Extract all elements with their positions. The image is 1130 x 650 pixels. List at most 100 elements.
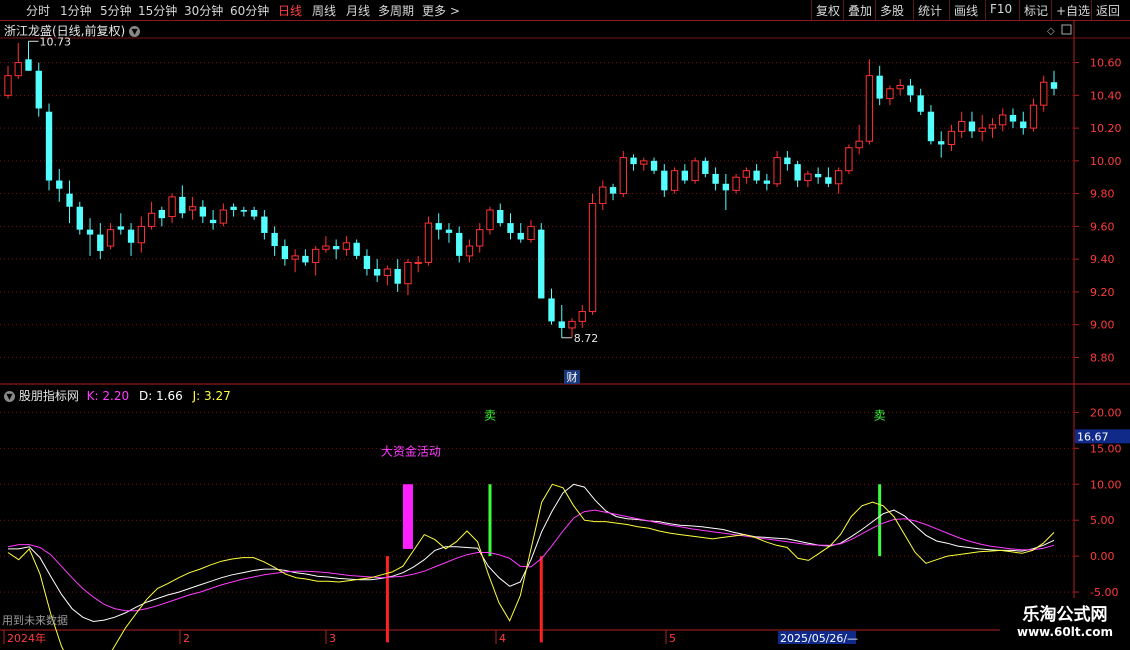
candle-body-up xyxy=(4,75,12,96)
candle-body-down xyxy=(76,206,83,230)
cursor-date-label: 2025/05/26/— xyxy=(780,632,858,645)
price-tick-label: 10.40 xyxy=(1090,89,1122,102)
toolbar-tab-2[interactable]: 5分钟 xyxy=(100,2,132,19)
candle-body-up xyxy=(978,127,986,132)
candle-body-down xyxy=(968,121,976,132)
indicator-tick-label: 0.00 xyxy=(1090,550,1115,563)
candle-body-up xyxy=(691,160,699,182)
toolbar-button-5[interactable]: F10 xyxy=(990,2,1012,16)
toolbar-separator xyxy=(985,0,986,20)
time-axis-label: 3 xyxy=(329,632,336,645)
candle-body-up xyxy=(527,225,535,240)
candle-body-down xyxy=(1050,82,1058,89)
toolbar-button-1[interactable]: 叠加 xyxy=(848,2,872,19)
candle-body-down xyxy=(538,229,545,299)
candle-body-up xyxy=(486,209,494,231)
candle-body-up xyxy=(804,173,812,182)
watermark-line2: www.60lt.com xyxy=(1016,625,1114,639)
price-tick-label: 10.20 xyxy=(1090,122,1122,135)
toolbar-tab-8[interactable]: 月线 xyxy=(346,2,370,19)
time-axis-label: 2024年 xyxy=(7,631,46,645)
candle-body-down xyxy=(722,183,730,191)
candle-body-down xyxy=(558,321,565,328)
sell-signal-bar xyxy=(878,484,882,557)
toolbar-button-0[interactable]: 复权 xyxy=(816,2,840,19)
candle-body-down xyxy=(302,255,309,263)
toolbar-tab-6[interactable]: 日线 xyxy=(278,2,302,19)
future-data-note: 用到未来数据 xyxy=(2,613,68,627)
indicator-dropdown-icon[interactable]: ▼ xyxy=(4,391,15,402)
toolbar-button-3[interactable]: 统计 xyxy=(918,2,942,19)
candle-body-down xyxy=(661,170,668,191)
toolbar-tab-1[interactable]: 1分钟 xyxy=(60,2,92,19)
candle-body-down xyxy=(609,187,617,194)
candle-body-up xyxy=(568,320,576,329)
indicator-tick-label: 15.00 xyxy=(1090,442,1122,455)
candle-body-down xyxy=(209,219,217,224)
price-tick-label: 9.20 xyxy=(1090,286,1115,299)
toolbar-tab-7[interactable]: 周线 xyxy=(312,2,336,19)
toolbar-button-7[interactable]: +自选 xyxy=(1056,2,1090,19)
candle-body-down xyxy=(97,234,104,251)
candle-body-down xyxy=(456,232,463,256)
toolbar-tab-10[interactable]: 更多 > xyxy=(422,2,460,19)
candle-body-up xyxy=(588,202,597,313)
candle-body-up xyxy=(855,140,863,149)
candle-body-down xyxy=(763,180,771,184)
candle-body-down xyxy=(363,255,371,269)
candle-body-up xyxy=(886,88,894,100)
candle-body-down xyxy=(45,111,53,181)
toolbar-button-6[interactable]: 标记 xyxy=(1024,2,1048,19)
j-value-label: J: 3.27 xyxy=(192,389,231,403)
indicator-tick-label: 5.00 xyxy=(1090,514,1115,527)
toolbar-separator xyxy=(1091,0,1092,20)
toolbar-tab-9[interactable]: 多周期 xyxy=(378,2,414,19)
k-value-label: K: 2.20 xyxy=(86,389,130,403)
candle-body-up xyxy=(896,85,904,90)
candle-body-down xyxy=(261,216,268,233)
candle-body-up xyxy=(988,124,997,129)
d-value-label: D: 1.66 xyxy=(138,389,183,403)
candle-body-up xyxy=(311,248,320,263)
candle-body-up xyxy=(1040,81,1048,106)
candle-body-up xyxy=(599,186,607,204)
candle-body-down xyxy=(394,268,401,284)
candle-body-down xyxy=(907,85,914,96)
candle-body-up xyxy=(106,229,115,247)
toolbar-tab-5[interactable]: 60分钟 xyxy=(230,2,269,19)
big-money-label: 大资金活动 xyxy=(381,444,441,459)
candle-body-down xyxy=(630,157,637,165)
candle-body-down xyxy=(1009,114,1017,122)
indicator-title: ▼ 股朋指标网 K: 2.20 D: 1.66 J: 3.27 xyxy=(4,387,231,404)
diamond-icon: ◇ xyxy=(1047,26,1055,37)
price-tick-label: 9.00 xyxy=(1090,319,1115,332)
current-value-label: 16.67 xyxy=(1077,430,1109,443)
candle-body-down xyxy=(445,229,453,233)
candle-body-up xyxy=(947,130,956,145)
candle-body-up xyxy=(168,196,176,218)
candle-body-down xyxy=(35,70,42,109)
time-axis-label: 2 xyxy=(183,632,190,645)
toolbar-button-8[interactable]: 返回 xyxy=(1096,2,1120,19)
buy-signal-bar xyxy=(385,556,389,643)
toolbar-tab-0[interactable]: 分时 xyxy=(26,2,50,19)
toolbar-tab-3[interactable]: 15分钟 xyxy=(138,2,177,19)
window-toggle-icon xyxy=(1061,24,1072,35)
candle-body-down xyxy=(794,164,801,181)
candle-body-up xyxy=(773,157,781,185)
candle-body-down xyxy=(199,206,207,217)
dropdown-icon[interactable]: ▼ xyxy=(129,26,141,37)
candle-body-down xyxy=(230,206,237,210)
candle-body-down xyxy=(825,177,832,184)
toolbar-button-2[interactable]: 多股 xyxy=(880,2,904,19)
candle-body-up xyxy=(404,261,412,285)
candle-body-down xyxy=(25,59,32,71)
price-tick-label: 9.80 xyxy=(1090,188,1115,201)
candle-body-down xyxy=(876,75,883,99)
candle-body-up xyxy=(14,62,22,77)
toolbar-separator xyxy=(875,0,876,20)
toolbar-tab-4[interactable]: 30分钟 xyxy=(184,2,223,19)
price-tick-label: 10.00 xyxy=(1090,155,1122,168)
toolbar-button-4[interactable]: 画线 xyxy=(954,2,978,19)
candle-body-down xyxy=(250,210,258,217)
